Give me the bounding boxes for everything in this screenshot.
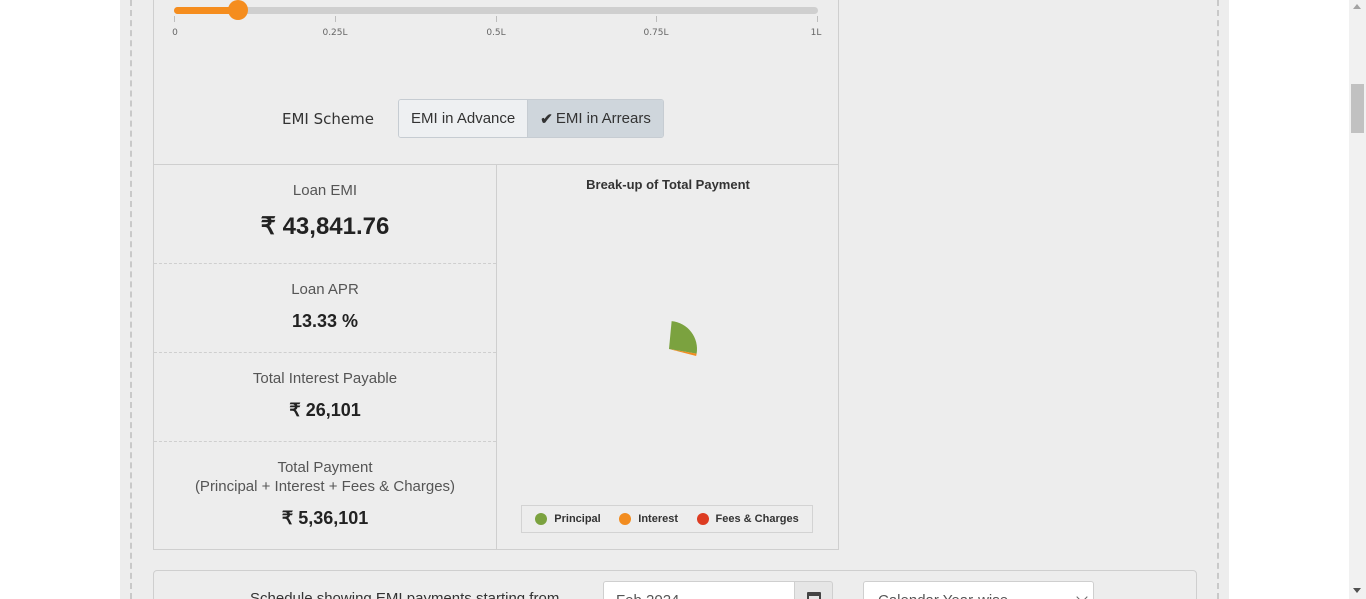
emi-in-arrears-label: EMI in Arrears: [555, 110, 651, 127]
legend-item-interest[interactable]: Interest: [619, 513, 678, 525]
row-separator: [154, 352, 496, 353]
dashed-border-left: [130, 0, 132, 599]
row-separator: [154, 441, 496, 442]
total-interest-label: Total Interest Payable: [252, 370, 398, 387]
calendar-icon: [806, 592, 821, 599]
loan-emi-value: ₹ 43,841.76: [260, 213, 390, 240]
slider-tick-label: 0.75L: [643, 28, 669, 38]
slider-tick: [656, 16, 657, 22]
slider-tick: [174, 16, 175, 22]
schedule-start-date-input[interactable]: Feb 2024: [603, 581, 795, 599]
scrollbar-thumb[interactable]: [1351, 84, 1364, 133]
slider-tick: [817, 16, 818, 22]
check-icon: ✔: [540, 110, 553, 128]
legend-fees-dot: [696, 513, 709, 525]
year-type-select[interactable]: Calendar Year-wise: [863, 581, 1094, 599]
emi-in-advance-button[interactable]: EMI in Advance: [399, 100, 528, 137]
total-payment-value: ₹ 5,36,101: [281, 508, 369, 528]
calendar-button[interactable]: [794, 581, 833, 599]
emi-scheme-toggle: EMI in Advance ✔ EMI in Arrears: [398, 99, 664, 138]
emi-in-arrears-button[interactable]: ✔ EMI in Arrears: [527, 100, 663, 137]
loan-apr-label: Loan APR: [291, 281, 359, 298]
chart-legend: Principal Interest Fees & Charges: [521, 505, 813, 533]
legend-fees-label: Fees & Charges: [715, 513, 799, 525]
total-interest-value: ₹ 26,101: [289, 400, 361, 420]
legend-item-fees[interactable]: Fees & Charges: [696, 513, 799, 525]
legend-interest-label: Interest: [638, 513, 679, 525]
legend-principal-label: Principal: [554, 513, 601, 525]
slider-tick-label: 0.5L: [486, 28, 506, 38]
total-payment-label: Total Payment: [277, 459, 373, 476]
dashed-border-right: [1217, 0, 1219, 599]
slider-tick: [335, 16, 336, 22]
chart-title: Break-up of Total Payment: [586, 177, 750, 192]
slider-tick-label: 0.25L: [322, 28, 348, 38]
scroll-up-arrow-icon[interactable]: [1353, 4, 1361, 9]
legend-interest-dot: [619, 513, 632, 525]
loan-apr-value: 13.33 %: [291, 311, 359, 331]
breakup-pie-chart: [669, 321, 697, 356]
loan-charges-slider-track[interactable]: [174, 7, 818, 14]
slider-tick-label: 1L: [810, 28, 822, 38]
schedule-text: Schedule showing EMI payments starting f…: [250, 590, 560, 599]
legend-item-principal[interactable]: Principal: [535, 513, 601, 525]
loan-emi-label: Loan EMI: [292, 182, 358, 199]
pie-slice-principal[interactable]: [669, 321, 697, 354]
emi-in-advance-label: EMI in Advance: [411, 110, 516, 127]
slider-tick: [496, 16, 497, 22]
total-payment-sublabel: (Principal + Interest + Fees & Charges): [194, 478, 456, 495]
loan-charges-slider-handle[interactable]: [228, 0, 248, 20]
row-separator: [154, 263, 496, 264]
legend-principal-dot: [535, 513, 548, 525]
scroll-down-arrow-icon[interactable]: [1353, 588, 1361, 593]
emi-scheme-label: EMI Scheme: [282, 110, 374, 128]
slider-tick-label: 0: [172, 28, 178, 38]
